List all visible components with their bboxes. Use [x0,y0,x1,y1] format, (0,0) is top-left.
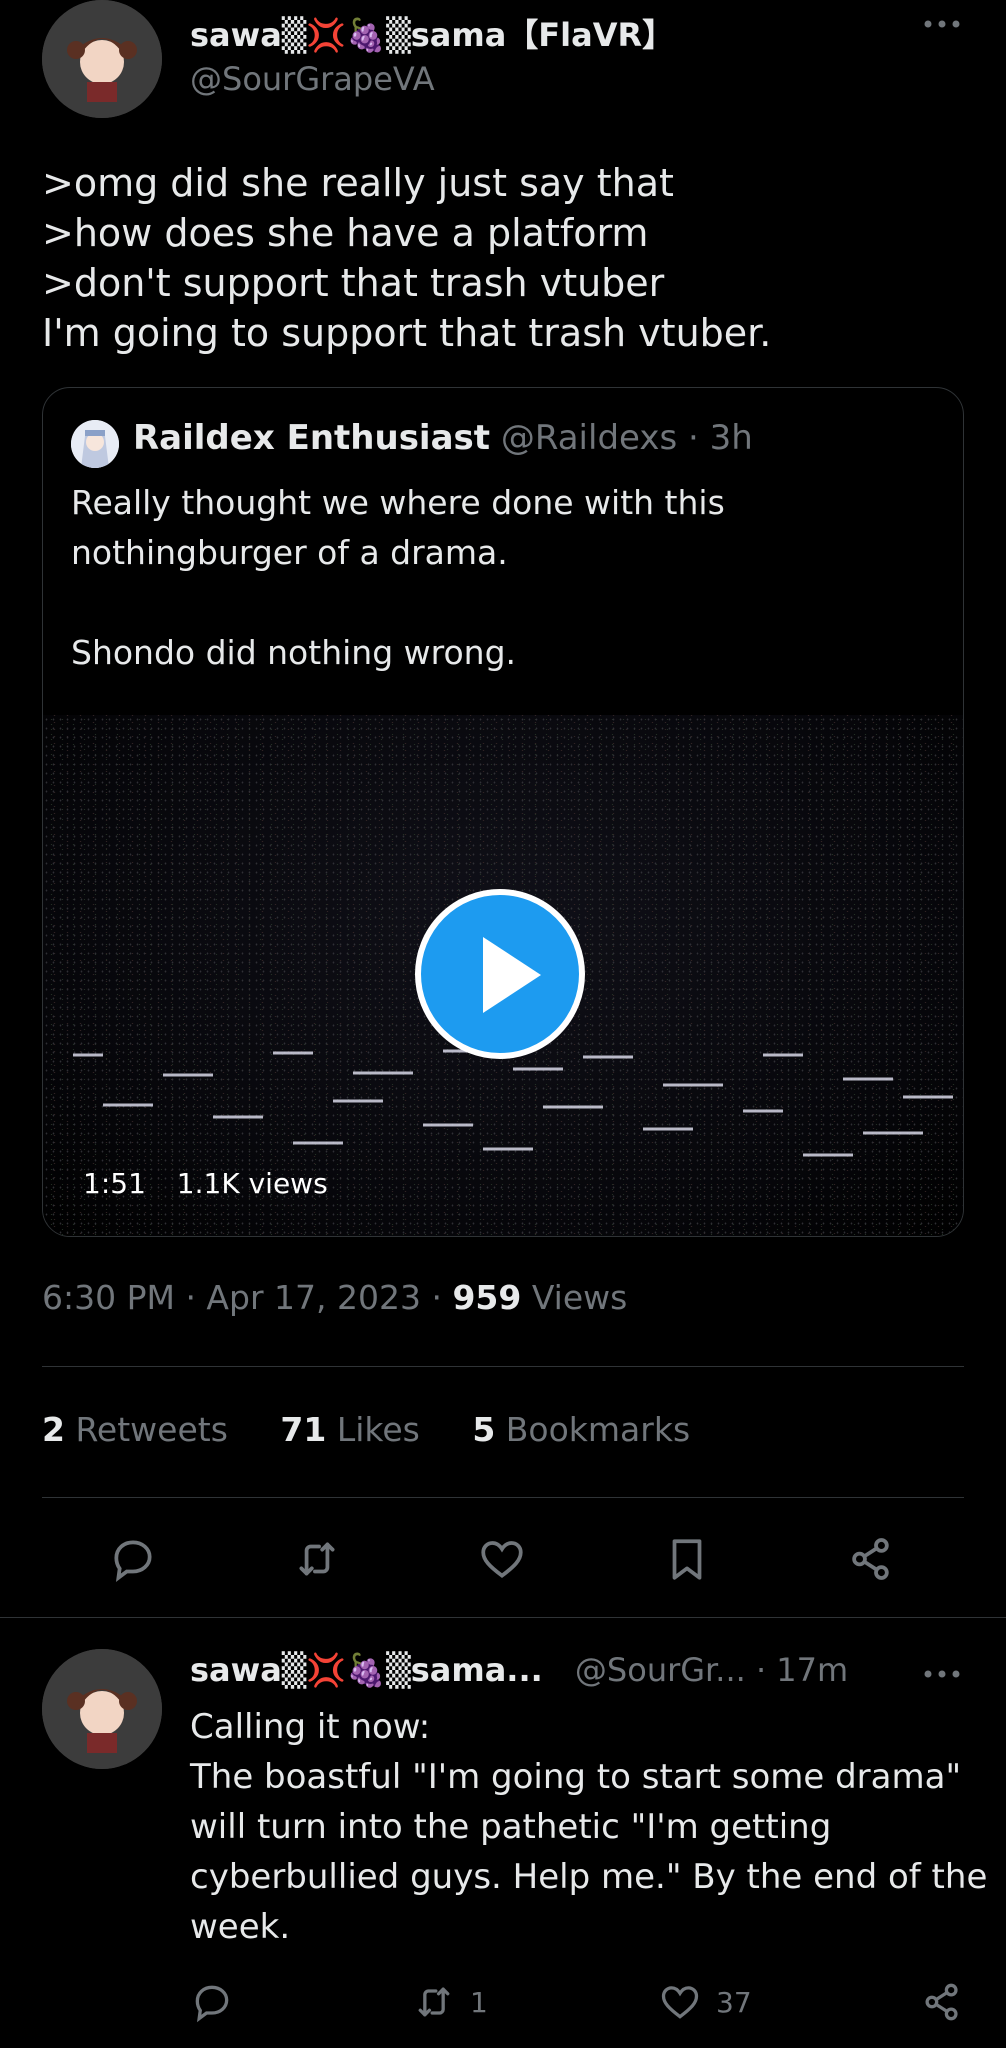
tweet-line: >omg did she really just say that [42,161,674,205]
bookmark-icon [672,1539,702,1580]
reply-line: week. [190,1907,291,1947]
tweet-body: >omg did she really just say that >how d… [42,158,771,358]
retweet-icon [299,1542,335,1576]
reply-like-button[interactable]: 37 [658,1980,752,2024]
bookmarks-stat[interactable]: 5 Bookmarks [472,1410,690,1449]
reply-reply-button[interactable] [190,1980,234,2024]
reply-retweet-count: 1 [470,1985,488,2019]
reply-avatar[interactable] [42,1649,162,1769]
reply-button[interactable] [108,1534,158,1584]
retweets-count: 2 [42,1410,65,1449]
retweets-stat[interactable]: 2 Retweets [42,1410,238,1449]
share-button[interactable] [846,1534,896,1584]
quoted-line: Really thought we where done with this [71,483,725,522]
play-button[interactable] [415,889,585,1059]
tweet-line: I'm going to support that trash vtuber. [42,311,772,355]
quoted-line: Shondo did nothing wrong. [71,633,517,672]
reply-line: will turn into the pathetic "I'm getting [190,1807,832,1847]
quoted-author-name[interactable]: Raildex Enthusiast [133,418,490,458]
divider [42,1366,964,1367]
video-info: 1:51 1.1K views [83,1167,328,1200]
video-player[interactable]: 1:51 1.1K views [43,715,963,1236]
quoted-tweet-card[interactable]: Raildex Enthusiast @Raildexs · 3h Really… [42,387,964,1237]
reply-line: cyberbullied guys. Help me." By the end … [190,1857,988,1897]
quoted-avatar [71,420,119,468]
reply-icon [195,1985,229,2023]
more-dots-icon [924,1670,960,1678]
tweet-timestamp[interactable]: 6:30 PM · Apr 17, 2023 · [42,1278,452,1317]
like-icon [481,1541,523,1579]
retweet-button[interactable] [292,1534,342,1584]
quoted-line: nothingburger of a drama. [71,533,508,572]
retweet-icon [418,1987,450,2017]
bookmarks-label: Bookmarks [505,1410,691,1449]
views-label: Views [521,1278,628,1317]
like-button[interactable] [477,1534,527,1584]
tweet-line: >how does she have a platform [42,211,649,255]
retweets-label: Retweets [75,1410,228,1449]
avatar[interactable] [42,0,162,118]
more-dots-icon [924,20,960,28]
stats-row: 2 Retweets 71 Likes 5 Bookmarks [42,1410,690,1449]
video-views: 1.1K views [176,1167,328,1200]
reply-header: sawa▒💢🍇▒sama... @SourGr... · 17m [190,1651,848,1689]
reply-like-count: 37 [716,1985,752,2019]
author-name[interactable]: sawa▒💢🍇▒sama【FlaVR】 [190,10,674,56]
views-count: 959 [452,1278,522,1317]
quoted-body: Really thought we where done with this n… [71,478,725,678]
reply-author-name[interactable]: sawa▒💢🍇▒sama... [190,1651,543,1689]
video-duration: 1:51 [83,1167,146,1200]
quoted-line [71,578,725,628]
video-scanlines [73,1049,953,1157]
bookmark-button[interactable] [662,1534,712,1584]
share-icon [925,1983,958,2021]
reply-share-button[interactable] [920,1980,964,2024]
section-divider [0,1617,1006,1618]
reply-icon [114,1540,152,1582]
tweet-timestamp-row: 6:30 PM · Apr 17, 2023 · 959 Views [42,1278,627,1317]
author-handle[interactable]: @SourGrapeVA [190,60,435,98]
quoted-author-handle[interactable]: @Raildexs [501,418,677,458]
likes-stat[interactable]: 71 Likes [280,1410,430,1449]
bookmarks-count: 5 [472,1410,496,1449]
like-icon [661,1986,699,2019]
reply-retweet-button[interactable]: 1 [412,1980,488,2024]
divider [42,1497,964,1498]
share-icon [852,1538,889,1580]
reply-line: Calling it now: [190,1707,431,1747]
likes-label: Likes [336,1410,420,1449]
reply-author-handle[interactable]: @SourGr... [575,1651,746,1689]
reply-more-button[interactable] [922,1666,962,1682]
reply-body: Calling it now: The boastful "I'm going … [190,1702,987,1952]
likes-count: 71 [280,1410,327,1449]
reply-time: · 17m [755,1651,849,1689]
quoted-header: Raildex Enthusiast @Raildexs · 3h [133,418,753,458]
reply-line: The boastful "I'm going to start some dr… [190,1757,962,1797]
tweet-line: >don't support that trash vtuber [42,261,665,305]
more-options-button[interactable] [922,16,962,32]
quoted-time: · 3h [688,418,753,458]
